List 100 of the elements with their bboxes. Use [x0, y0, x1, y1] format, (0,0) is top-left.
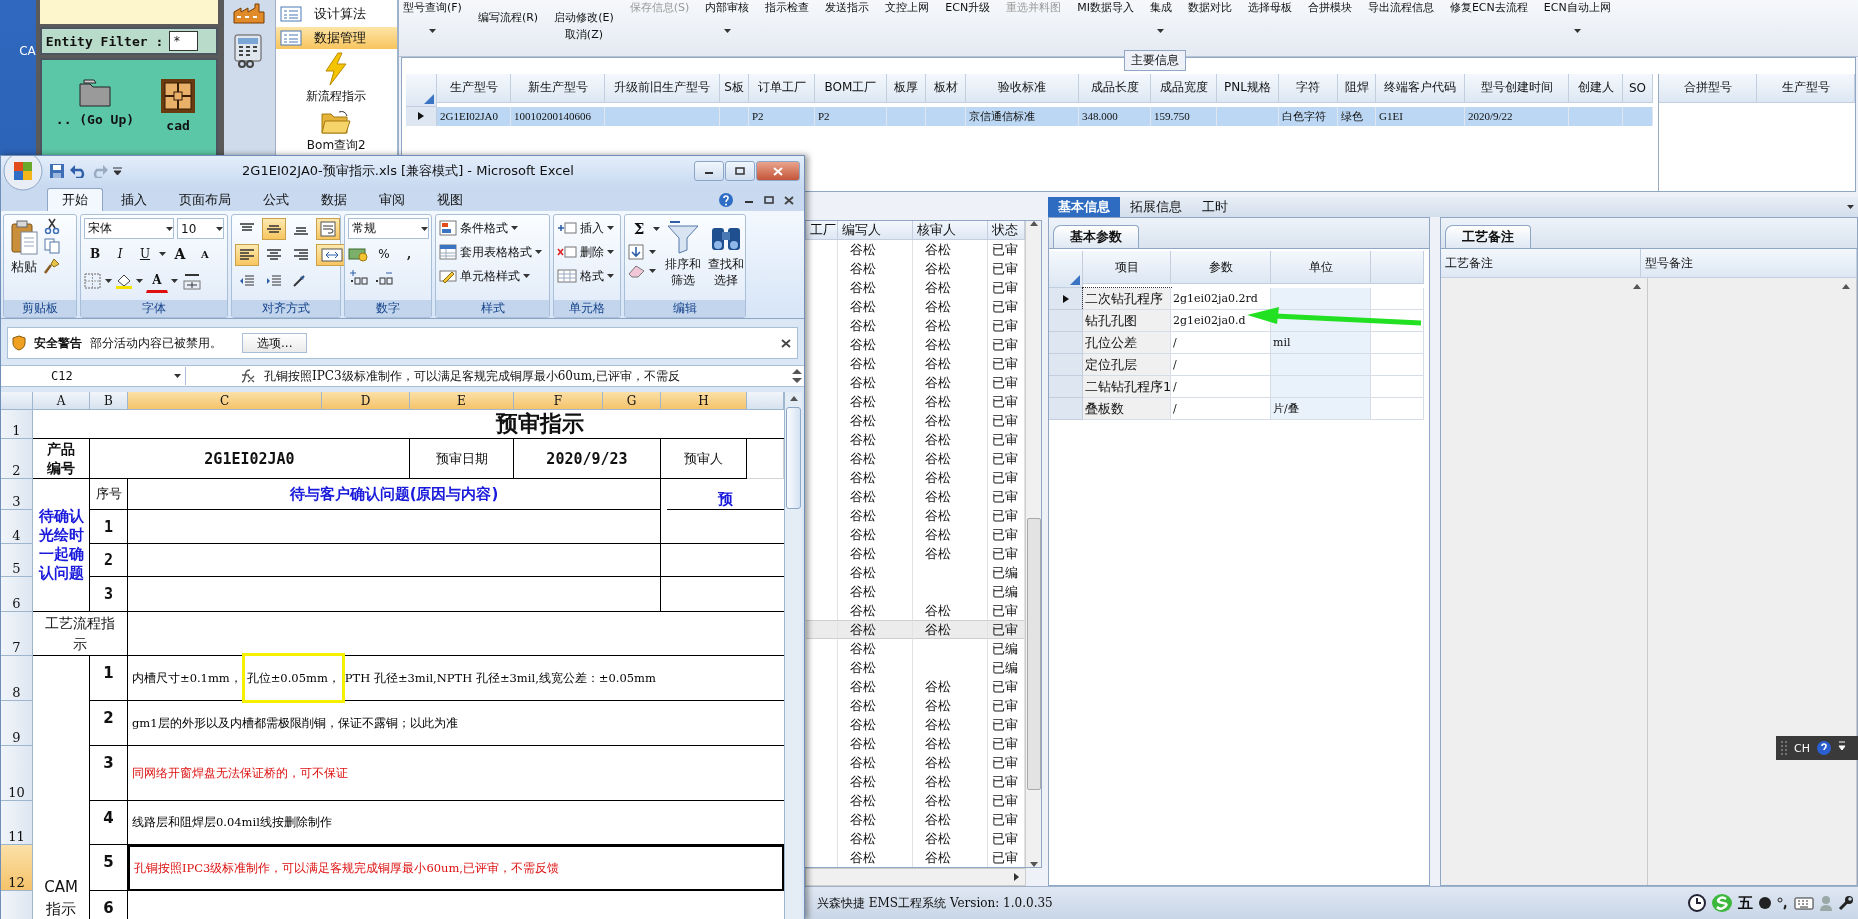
grip-icon[interactable] [1780, 740, 1788, 756]
clock-icon[interactable] [1688, 894, 1706, 913]
keyboard-icon[interactable] [1794, 896, 1814, 911]
column-header[interactable]: 工厂 [806, 221, 838, 241]
column-header[interactable]: E [410, 392, 514, 410]
caret-icon[interactable] [1573, 29, 1581, 33]
toolbar-button[interactable]: 选择母板 [1247, 0, 1292, 15]
row-header[interactable]: 8 [1, 656, 33, 701]
column-header[interactable]: G [603, 392, 661, 410]
column-header[interactable]: 生产型号 [1757, 73, 1855, 103]
folder-icon[interactable] [77, 78, 112, 108]
row-header[interactable]: 11 [1, 801, 33, 845]
help-icon[interactable] [718, 192, 734, 208]
column-header[interactable]: 型号创建时间 [1465, 73, 1569, 103]
cells-button[interactable]: 插入 [557, 218, 614, 238]
ribbon-tab[interactable]: 开始 [47, 188, 103, 211]
ribbon-tab[interactable]: 数据 [307, 189, 361, 211]
scrollbar[interactable] [784, 392, 802, 919]
find-select-button[interactable]: 查找和选择 [706, 218, 746, 297]
underline-button[interactable]: U [134, 243, 156, 265]
grid-icon[interactable] [160, 78, 197, 114]
row-header[interactable]: 9 [1, 701, 33, 746]
column-header[interactable]: 升级前旧生产型号 [605, 73, 720, 103]
column-header[interactable]: 板厚 [887, 73, 926, 103]
row-header[interactable]: 5 [1, 544, 33, 577]
column-header[interactable]: 状态 [988, 221, 1025, 241]
decrease-decimal-icon[interactable] [373, 269, 395, 285]
lightning-icon[interactable] [323, 52, 350, 86]
toolbar-button[interactable]: 合拼模块 [1307, 0, 1352, 15]
ribbon-tab[interactable]: 页面布局 [165, 189, 245, 211]
column-header[interactable]: A [33, 392, 90, 410]
scroll-up-icon[interactable] [1842, 284, 1850, 290]
shrink-font-button[interactable]: A [194, 243, 216, 265]
column-header[interactable]: 阻焊 [1338, 73, 1376, 103]
row-header[interactable]: 2 [1, 439, 33, 479]
font-size-field[interactable]: 10 [177, 218, 224, 239]
scrollbar[interactable] [1025, 221, 1041, 868]
caret-icon[interactable] [105, 279, 112, 283]
column-header[interactable]: C [128, 392, 322, 410]
expand-icon[interactable] [790, 368, 804, 384]
ribbon-tab[interactable]: 公式 [249, 189, 303, 211]
caret-icon[interactable] [136, 279, 143, 283]
bold-button[interactable]: B [84, 243, 106, 265]
column-header[interactable]: 成品宽度 [1151, 73, 1217, 103]
percent-button[interactable]: % [373, 243, 395, 265]
row-header[interactable]: 1 [1, 410, 33, 439]
font-color-button[interactable]: A [146, 269, 168, 293]
align-button[interactable] [235, 244, 259, 266]
font-field[interactable]: 宋体 [84, 218, 174, 239]
minimize-button[interactable] [694, 161, 724, 181]
toolbar-button[interactable]: 指示检查 [765, 0, 810, 15]
caret-icon[interactable] [159, 252, 166, 256]
options-button[interactable]: 选项... [242, 333, 308, 353]
column-header[interactable]: F [514, 392, 603, 410]
nav-item[interactable]: Bom查询2 [306, 137, 366, 154]
toolbar-button[interactable]: 集成 [1149, 0, 1172, 15]
toolbar-button[interactable]: ECN升级 [945, 0, 991, 15]
ribbon-tab[interactable]: 审阅 [365, 189, 419, 211]
toolbar-button[interactable]: 修复ECN去流程 [1449, 0, 1528, 15]
column-header[interactable]: SO [1623, 73, 1653, 103]
help-icon[interactable] [1815, 740, 1832, 756]
punctuation-icon[interactable] [1777, 896, 1789, 911]
column-header[interactable]: PNL规格 [1217, 73, 1279, 103]
increase-decimal-icon[interactable] [348, 269, 370, 285]
align-button[interactable] [316, 218, 340, 240]
column-header[interactable]: BOM工厂 [815, 73, 887, 103]
nav-item[interactable]: 设计算法 [275, 3, 397, 25]
italic-button[interactable]: I [109, 243, 131, 265]
toolbar-button[interactable]: 发送指示 [825, 0, 870, 15]
format-painter-icon[interactable] [44, 258, 60, 274]
cells-button[interactable]: 删除 [557, 242, 614, 262]
toolbar-button[interactable]: MI数据导入 [1077, 0, 1134, 15]
row-header[interactable]: 10 [1, 746, 33, 801]
fill-down-icon[interactable] [628, 244, 646, 260]
scroll-thumb[interactable] [786, 407, 801, 509]
row-header[interactable]: 12 [1, 845, 33, 891]
cells-button[interactable]: 格式 [557, 266, 614, 286]
scroll-up-icon[interactable] [1029, 221, 1038, 227]
caret-icon[interactable] [649, 269, 656, 273]
scroll-up-icon[interactable] [789, 396, 798, 401]
row-selector[interactable] [1049, 288, 1083, 311]
grow-font-button[interactable]: A [169, 243, 191, 265]
column-header[interactable]: 成品长度 [1079, 73, 1151, 103]
undo-icon[interactable] [69, 164, 87, 178]
filter-field[interactable]: * [169, 31, 199, 51]
tab[interactable]: 基本信息 [1048, 197, 1120, 218]
paste-button[interactable]: 粘贴 [7, 218, 41, 297]
office-button-icon[interactable] [3, 156, 43, 191]
column-header[interactable]: 生产型号 [437, 73, 511, 103]
column-header[interactable]: 核审人 [913, 221, 988, 241]
toolbar-button[interactable]: 内部审核 [705, 0, 750, 15]
caret-icon[interactable] [1157, 29, 1165, 33]
close-icon[interactable] [784, 195, 794, 205]
file-label[interactable]: cad [166, 118, 190, 133]
style-button[interactable]: 套用表格格式 [439, 242, 542, 262]
currency-icon[interactable] [348, 246, 370, 262]
style-button[interactable]: 条件格式 [439, 218, 542, 238]
toolbar-button[interactable]: 导出流程信息 [1367, 0, 1434, 15]
maximize-button[interactable] [725, 161, 755, 181]
input-method-icon[interactable] [1711, 893, 1733, 914]
